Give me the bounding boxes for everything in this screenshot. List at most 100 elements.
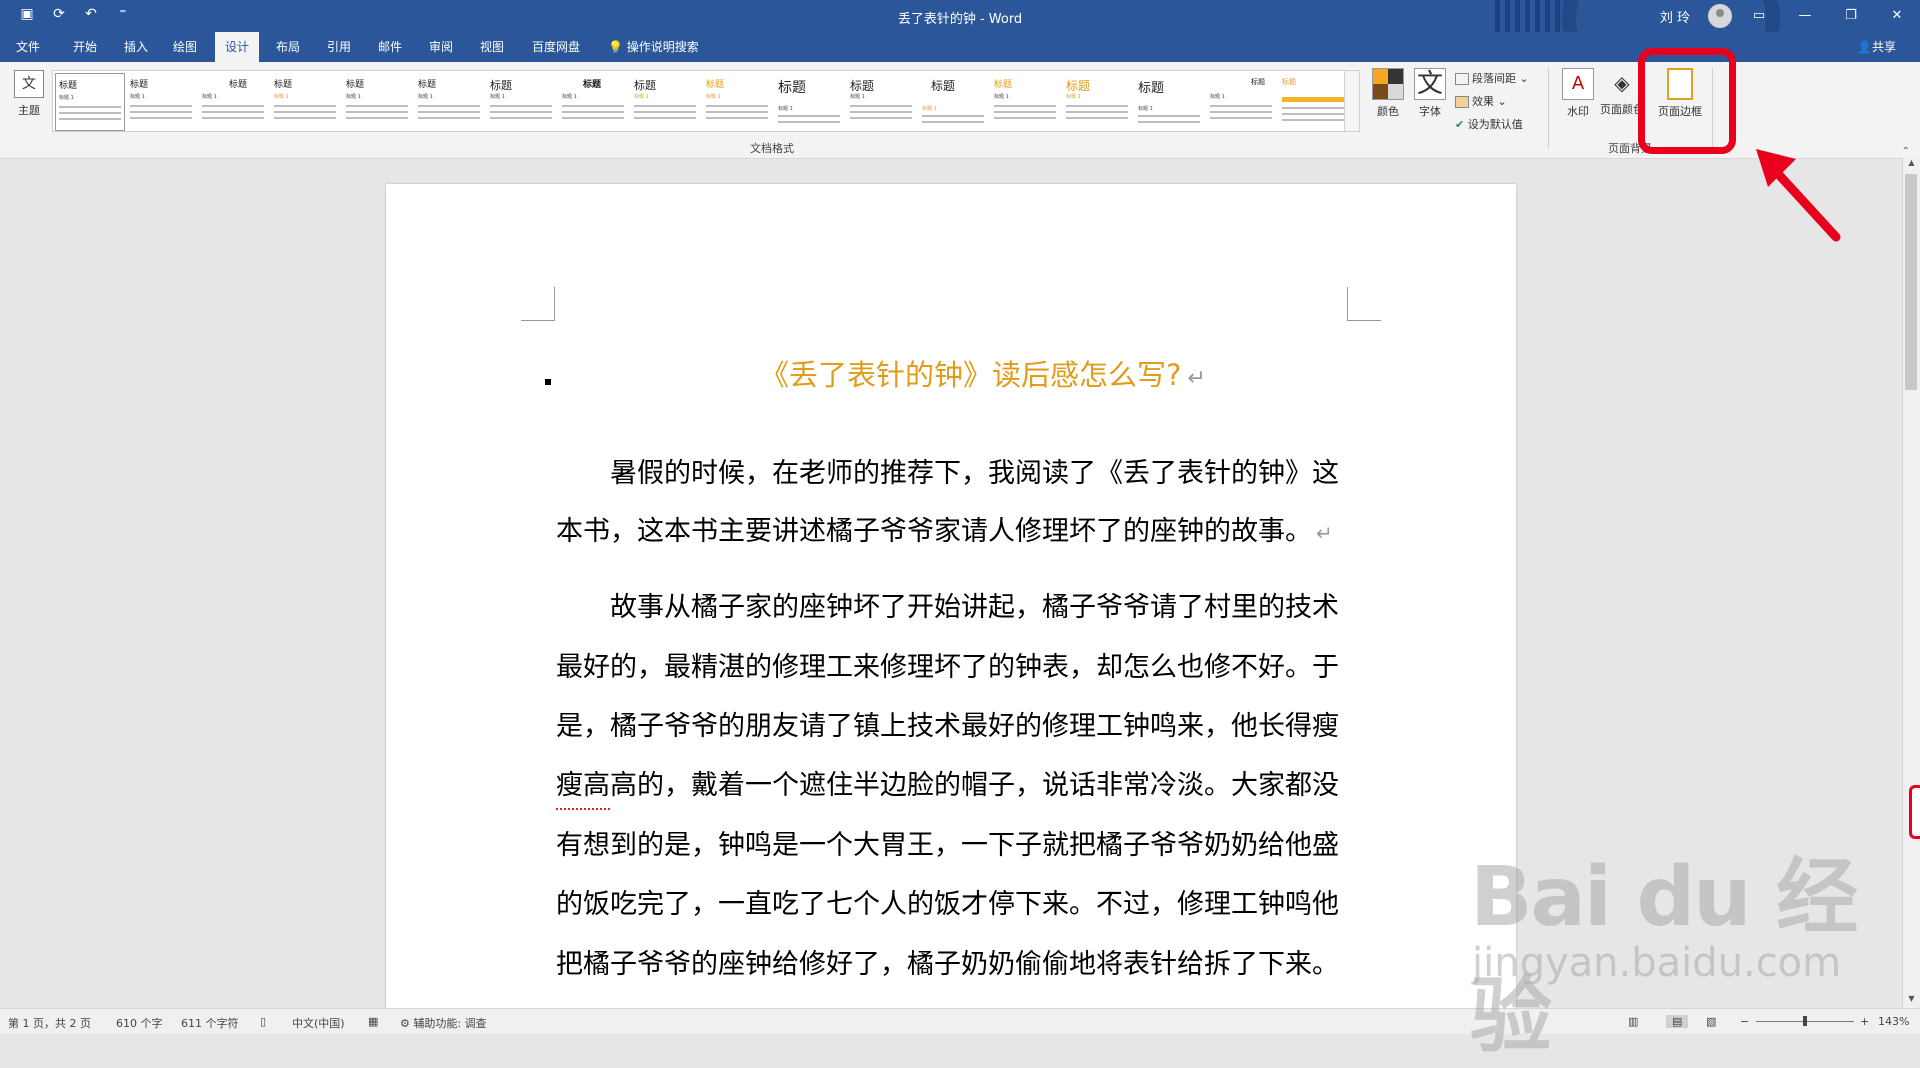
- style-set-item[interactable]: 标题 标题 1: [559, 73, 627, 129]
- scroll-down-icon[interactable]: ▼: [1903, 994, 1920, 1008]
- tab-view[interactable]: 视图: [470, 32, 514, 62]
- style-heading: 标题 1: [1138, 106, 1153, 112]
- tab-insert[interactable]: 插入: [114, 32, 158, 62]
- style-set-item[interactable]: 标题 标题 1: [1135, 73, 1203, 129]
- accessibility-icon: ⚙: [400, 1017, 410, 1030]
- paragraph-line[interactable]: 是，橘子爷爷的朋友请了镇上技术最好的修理工钟鸣来，他长得瘦: [556, 709, 1339, 745]
- group-divider: [1548, 68, 1549, 148]
- tab-draw[interactable]: 绘图: [163, 32, 207, 62]
- style-set-item[interactable]: 标题 标题 1: [1207, 73, 1275, 129]
- character-count[interactable]: 611 个字符: [181, 1015, 239, 1031]
- macro-icon[interactable]: ▦: [368, 1015, 378, 1028]
- fonts-icon: 文: [1414, 68, 1446, 100]
- tab-file[interactable]: 文件: [6, 32, 50, 62]
- restore-icon[interactable]: ❐: [1828, 0, 1874, 32]
- style-title: 标题: [274, 80, 293, 90]
- style-set-item[interactable]: 标题 标题 1: [919, 73, 987, 129]
- tab-references[interactable]: 引用: [317, 32, 361, 62]
- style-heading: 标题 1: [1066, 94, 1081, 100]
- paragraph-line[interactable]: 瘦高高的，戴着一个遮住半边脸的帽子，说话非常冷淡。大家都没: [556, 768, 1339, 804]
- minimize-icon[interactable]: —: [1782, 0, 1828, 32]
- style-set-item[interactable]: 标题 标题 1: [55, 73, 125, 131]
- paragraph-line[interactable]: 有想到的是，钟鸣是一个大胃王，一下子就把橘子爷爷奶奶给他盛: [556, 828, 1339, 864]
- style-set-item[interactable]: 标题 标题 1: [991, 73, 1059, 129]
- style-heading: 标题 1: [346, 94, 361, 100]
- gallery-more-button[interactable]: [1344, 71, 1359, 131]
- style-set-item[interactable]: 标题标题 1: [487, 73, 555, 129]
- style-heading: 标题 1: [778, 106, 793, 112]
- style-title: 标题: [1282, 78, 1296, 86]
- paragraph-line[interactable]: 故事从橘子家的座钟坏了开始讲起，橘子爷爷请了村里的技术: [556, 590, 1339, 626]
- vertical-scrollbar[interactable]: ▲ ▼: [1902, 158, 1920, 1008]
- style-set-item[interactable]: 标题 标题 1: [199, 73, 267, 129]
- paragraph-line[interactable]: 最好的，最精湛的修理工来修理坏了的钟表，却怎么也修不好。于: [556, 650, 1339, 686]
- colors-button[interactable]: 颜色: [1370, 68, 1406, 119]
- colors-icon: [1372, 68, 1404, 100]
- watermark-url: jingyan.baidu.com: [1472, 940, 1842, 986]
- style-heading: 标题 1: [202, 94, 217, 100]
- share-button[interactable]: 👤共享: [1857, 32, 1896, 62]
- close-icon[interactable]: ✕: [1874, 0, 1920, 32]
- paragraph-line[interactable]: 本书，这本书主要讲述橘子爷爷家请人修理坏了的座钟的故事。 ↵: [556, 514, 1333, 551]
- style-heading: 标题 1: [1210, 94, 1225, 100]
- style-set-item[interactable]: 标题 标题 1: [847, 73, 915, 129]
- proofing-icon[interactable]: ▯: [260, 1015, 266, 1028]
- style-set-item[interactable]: 标题 标题 1: [415, 73, 483, 129]
- style-set-item[interactable]: 标题 标题 1: [703, 73, 771, 129]
- style-title: 标题: [931, 79, 956, 93]
- accessibility-status[interactable]: ⚙ 辅助功能: 调查: [400, 1015, 487, 1031]
- baidu-jingyan-watermark: Bai du 经验 jingyan.baidu.com: [1470, 826, 1890, 1064]
- paragraph-line[interactable]: 的饭吃完了，一直吃了七个人的饭才停下来。不过，修理工钟鸣他: [556, 887, 1339, 923]
- tell-me-label: 操作说明搜索: [626, 40, 699, 54]
- style-title: 标题: [634, 79, 656, 92]
- paragraph-spacing-icon: [1455, 73, 1469, 85]
- tab-review[interactable]: 审阅: [419, 32, 463, 62]
- user-name[interactable]: 刘 玲: [1660, 7, 1690, 26]
- word-count[interactable]: 610 个字: [116, 1015, 163, 1031]
- style-heading: 标题 1: [706, 94, 721, 100]
- style-heading: 标题 1: [418, 94, 433, 100]
- style-set-item[interactable]: 标题 标题 1: [127, 73, 195, 129]
- set-as-default-label: 设为默认值: [1467, 118, 1523, 131]
- style-set-item[interactable]: 标题标题 1: [775, 73, 843, 129]
- spelling-underline: [556, 808, 610, 810]
- style-heading: 标题 1: [562, 94, 577, 100]
- effects-button[interactable]: 效果 ⌄: [1455, 93, 1507, 109]
- style-heading: 标题 1: [490, 94, 505, 100]
- fonts-button[interactable]: 文 字体: [1412, 68, 1448, 119]
- set-as-default-button[interactable]: ✔ 设为默认值: [1455, 116, 1523, 132]
- style-title: 标题: [490, 79, 512, 92]
- tab-design[interactable]: 设计: [215, 32, 260, 62]
- paragraph-line[interactable]: 把橘子爷爷的座钟给修好了，橘子奶奶偷偷地将表针给拆了下来。: [556, 947, 1339, 983]
- language-status[interactable]: 中文(中国): [292, 1015, 345, 1031]
- style-set-item[interactable]: 标题: [1279, 73, 1347, 129]
- annotation-scroll-marker: [1909, 785, 1920, 839]
- style-set-item[interactable]: 标题 标题 1: [343, 73, 411, 129]
- heading-text: 《丢了表针的钟》读后感怎么写?: [760, 358, 1182, 392]
- tell-me-search[interactable]: 💡 操作说明搜索: [598, 32, 709, 62]
- style-set-item[interactable]: 标题 标题 1: [271, 73, 339, 129]
- document-page[interactable]: 《丢了表针的钟》读后感怎么写? ↵ 暑假的时候，在老师的推荐下，我阅读了《丢了表针…: [386, 184, 1516, 1019]
- page-count[interactable]: 第 1 页，共 2 页: [8, 1015, 91, 1031]
- style-title: 标题: [778, 80, 806, 96]
- style-set-item[interactable]: 标题 标题 1: [631, 73, 699, 129]
- tab-baidu-netdisk[interactable]: 百度网盘: [522, 32, 590, 62]
- style-set-item[interactable]: 标题 标题 1: [1063, 73, 1131, 129]
- paragraph-spacing-button[interactable]: 段落间距 ⌄: [1455, 70, 1529, 86]
- style-title: 标题: [994, 80, 1013, 90]
- ribbon-tabs: 文件 开始 插入 绘图 设计 布局 引用 邮件 审阅 视图 百度网盘 💡 操作说…: [0, 32, 1920, 62]
- scroll-up-icon[interactable]: ▲: [1903, 158, 1920, 172]
- tab-mailings[interactable]: 邮件: [368, 32, 412, 62]
- ribbon-display-icon[interactable]: ▭: [1736, 0, 1782, 32]
- tab-home[interactable]: 开始: [63, 32, 107, 62]
- themes-button[interactable]: 文 主题: [12, 70, 46, 118]
- document-heading[interactable]: 《丢了表针的钟》读后感怎么写? ↵: [760, 352, 1206, 394]
- tab-layout[interactable]: 布局: [266, 32, 310, 62]
- paragraph-line[interactable]: 暑假的时候，在老师的推荐下，我阅读了《丢了表针的钟》这: [556, 456, 1339, 492]
- scrollbar-thumb[interactable]: [1905, 174, 1917, 390]
- document-formatting-group-label: 文档格式: [750, 142, 794, 155]
- line-text: 本书，这本书主要讲述橘子爷爷家请人修理坏了的座钟的故事。: [556, 516, 1312, 547]
- watermark-button[interactable]: A 水印: [1560, 68, 1596, 119]
- avatar[interactable]: [1708, 4, 1732, 28]
- collapse-ribbon-icon[interactable]: ⌃: [1902, 146, 1910, 157]
